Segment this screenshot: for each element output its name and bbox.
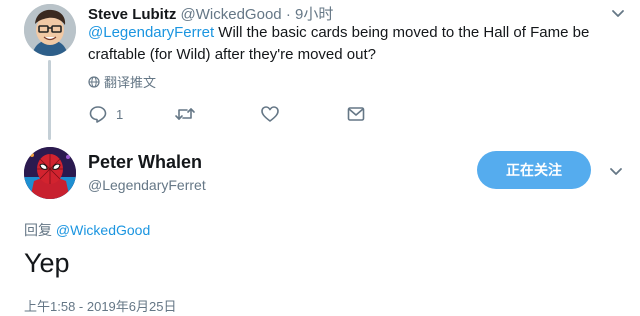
following-button[interactable]: 正在关注: [477, 151, 591, 189]
like-button[interactable]: [260, 104, 280, 124]
tweet-timestamp[interactable]: 上午1:58 - 2019年6月25日: [24, 296, 176, 315]
reply-icon: [89, 106, 107, 123]
replying-to: 回复 @WickedGood: [24, 220, 150, 240]
retweet-icon: [175, 108, 195, 120]
parent-timestamp[interactable]: 9小时: [295, 6, 333, 23]
thread-line: [48, 60, 51, 140]
chevron-down-icon[interactable]: [608, 164, 624, 180]
spiderman-avatar-icon: [24, 147, 76, 199]
mention-link[interactable]: @LegendaryFerret: [88, 24, 214, 41]
globe-icon: [88, 75, 100, 88]
parent-tweet[interactable]: Steve Lubitz @WickedGood · 9小时 @Legendar…: [0, 0, 640, 140]
parent-author-handle[interactable]: @WickedGood: [181, 6, 282, 23]
main-avatar[interactable]: [24, 147, 76, 199]
chevron-down-icon[interactable]: [610, 6, 626, 22]
tweet-actions: 1: [88, 104, 388, 126]
parent-header: Steve Lubitz @WickedGood · 9小时: [88, 3, 333, 24]
translate-tweet[interactable]: 翻译推文: [88, 72, 156, 91]
parent-author-name[interactable]: Steve Lubitz: [88, 6, 176, 23]
heart-icon: [261, 106, 279, 122]
cartoon-avatar-icon: [24, 4, 76, 56]
avatar[interactable]: [24, 147, 76, 199]
direct-message-button[interactable]: [346, 104, 366, 124]
author-handle[interactable]: @LegendaryFerret: [88, 177, 206, 193]
reply-prefix: 回复: [24, 222, 52, 238]
retweet-button[interactable]: [174, 104, 196, 124]
avatar[interactable]: [24, 4, 76, 56]
mention-link[interactable]: @WickedGood: [56, 222, 150, 238]
translate-label[interactable]: 翻译推文: [104, 72, 156, 91]
reply-button[interactable]: 1: [88, 104, 123, 124]
separator-dot: ·: [285, 6, 291, 23]
author-name[interactable]: Peter Whalen: [88, 152, 202, 173]
parent-tweet-text: @LegendaryFerret Will the basic cards be…: [88, 22, 608, 66]
envelope-icon: [347, 107, 365, 121]
tweet-text: Yep: [24, 248, 70, 278]
reply-count: 1: [116, 106, 124, 122]
